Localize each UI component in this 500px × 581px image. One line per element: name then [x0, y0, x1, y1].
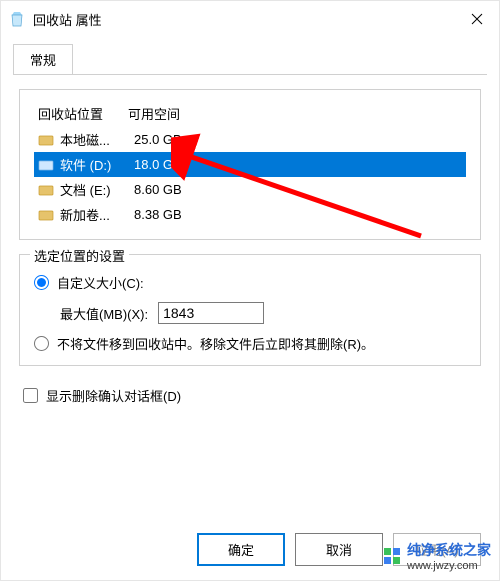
radio-custom-size[interactable]: 自定义大小(C): — [34, 273, 466, 292]
radio-do-not-move-label: 不将文件移到回收站中。移除文件后立即将其删除(R)。 — [57, 334, 374, 353]
radio-custom-size-label: 自定义大小(C): — [57, 273, 144, 292]
radio-do-not-move[interactable]: 不将文件移到回收站中。移除文件后立即将其删除(R)。 — [34, 334, 466, 353]
confirm-checkbox-input[interactable] — [23, 388, 38, 403]
settings-group: 选定位置的设置 自定义大小(C): 最大值(MB)(X): 不将文件移到回收站中… — [19, 254, 481, 366]
max-size-label: 最大值(MB)(X): — [60, 304, 148, 323]
table-row[interactable]: 文档 (E:) 8.60 GB — [34, 177, 466, 202]
drive-space: 25.0 GB — [134, 132, 462, 147]
watermark-logo-icon — [383, 547, 401, 565]
close-button[interactable] — [455, 1, 499, 37]
close-icon — [471, 13, 483, 25]
tab-general[interactable]: 常规 — [13, 44, 73, 74]
window-title: 回收站 属性 — [33, 10, 455, 29]
ok-button[interactable]: 确定 — [197, 533, 285, 566]
watermark-url: www.jwzy.com — [407, 560, 491, 572]
cancel-button[interactable]: 取消 — [295, 533, 383, 566]
drive-space: 8.60 GB — [134, 182, 462, 197]
drive-label: 文档 (E:) — [60, 180, 128, 199]
radio-do-not-move-input[interactable] — [34, 336, 49, 351]
settings-legend: 选定位置的设置 — [30, 246, 129, 265]
header-location: 回收站位置 — [38, 104, 128, 123]
properties-dialog: 回收站 属性 常规 回收站位置 可用空间 本地磁... 25.0 GB 软件 (… — [0, 0, 500, 581]
drive-icon — [38, 157, 54, 173]
recycle-bin-icon — [9, 11, 25, 27]
confirm-checkbox[interactable]: 显示删除确认对话框(D) — [23, 386, 477, 405]
location-table-header: 回收站位置 可用空间 — [34, 100, 466, 127]
drive-icon — [38, 132, 54, 148]
table-row[interactable]: 本地磁... 25.0 GB — [34, 127, 466, 152]
drive-label: 本地磁... — [60, 130, 128, 149]
tab-bar: 常规 — [1, 37, 499, 75]
title-bar: 回收站 属性 — [1, 1, 499, 37]
drive-space: 18.0 GB — [134, 157, 462, 172]
drive-icon — [38, 207, 54, 223]
drive-label: 新加卷... — [60, 205, 128, 224]
table-row[interactable]: 软件 (D:) 18.0 GB — [34, 152, 466, 177]
watermark: 纯净系统之家 www.jwzy.com — [383, 540, 491, 572]
table-row[interactable]: 新加卷... 8.38 GB — [34, 202, 466, 227]
header-space: 可用空间 — [128, 104, 462, 123]
drive-label: 软件 (D:) — [60, 155, 128, 174]
drive-icon — [38, 182, 54, 198]
max-size-input[interactable] — [158, 302, 264, 324]
watermark-brand: 纯净系统之家 — [407, 542, 491, 558]
location-group: 回收站位置 可用空间 本地磁... 25.0 GB 软件 (D:) 18.0 G… — [19, 89, 481, 240]
drive-space: 8.38 GB — [134, 207, 462, 222]
confirm-checkbox-label: 显示删除确认对话框(D) — [46, 386, 181, 405]
radio-custom-size-input[interactable] — [34, 275, 49, 290]
